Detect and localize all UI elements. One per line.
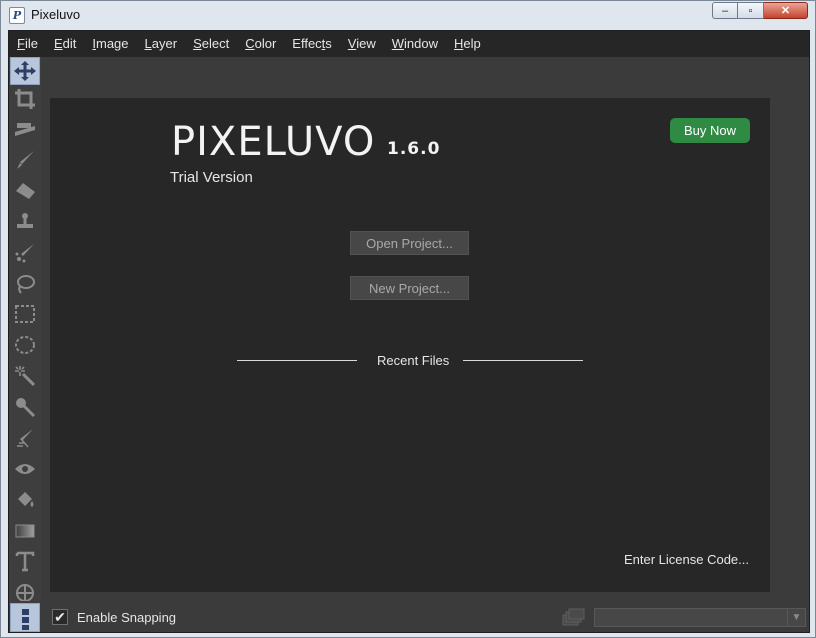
new-project-button[interactable]: New Project... — [350, 276, 469, 300]
app-window: P Pixeluvo – ▫ ✕ File Edit Image Layer S… — [0, 0, 816, 638]
zoom-dropdown[interactable]: ▼ — [594, 608, 806, 627]
app-client-area: File Edit Image Layer Select Color Effec… — [8, 30, 810, 633]
fill-bucket-tool-icon[interactable] — [10, 486, 40, 514]
menu-select[interactable]: Select — [185, 31, 237, 57]
status-bar: ✔ Enable Snapping ▼ — [9, 603, 809, 632]
menu-layer[interactable]: Layer — [137, 31, 186, 57]
layers-panel-toggle-icon[interactable] — [10, 603, 40, 632]
clone-stamp-tool-icon[interactable] — [10, 208, 40, 236]
menu-bar: File Edit Image Layer Select Color Effec… — [9, 31, 809, 57]
menu-image[interactable]: Image — [84, 31, 136, 57]
menu-color[interactable]: Color — [237, 31, 284, 57]
minimize-button[interactable]: – — [712, 2, 738, 19]
menu-help[interactable]: Help — [446, 31, 489, 57]
lasso-tool-icon[interactable] — [10, 270, 40, 298]
open-project-button[interactable]: Open Project... — [350, 231, 469, 255]
welcome-panel: PIXELUVO 1.6.0 Trial Version Buy Now Ope… — [50, 98, 770, 592]
ellipse-select-tool-icon[interactable] — [10, 331, 40, 359]
maximize-button[interactable]: ▫ — [738, 2, 764, 19]
menu-effects[interactable]: Effects — [284, 31, 340, 57]
recent-files-divider-left — [237, 360, 357, 361]
brush-tool-icon[interactable] — [10, 146, 40, 174]
enable-snapping-checkbox[interactable]: ✔ — [52, 609, 68, 625]
close-button[interactable]: ✕ — [764, 2, 808, 19]
enable-snapping-label: Enable Snapping — [77, 610, 177, 625]
healing-tool-icon[interactable] — [10, 239, 40, 267]
workspace: PIXELUVO 1.6.0 Trial Version Buy Now Ope… — [41, 57, 809, 603]
red-eye-tool-icon[interactable] — [10, 455, 40, 483]
menu-file[interactable]: File — [9, 31, 46, 57]
window-title: Pixeluvo — [31, 7, 81, 22]
enter-license-link[interactable]: Enter License Code... — [624, 552, 749, 567]
app-icon: P — [9, 7, 25, 24]
smudge-tool-icon[interactable] — [10, 424, 40, 452]
eraser-tool-icon[interactable] — [10, 177, 40, 205]
window-controls: – ▫ ✕ — [712, 2, 808, 20]
tool-palette — [9, 57, 41, 603]
recent-files-divider-right — [463, 360, 583, 361]
menu-view[interactable]: View — [340, 31, 384, 57]
move-tool-icon[interactable] — [10, 57, 40, 85]
color-picker-tool-icon[interactable] — [10, 393, 40, 421]
recent-files-heading: Recent Files — [377, 353, 450, 368]
app-logo: PIXELUVO — [171, 119, 376, 165]
straighten-tool-icon[interactable] — [10, 115, 40, 143]
text-tool-icon[interactable] — [10, 547, 40, 575]
edition-label: Trial Version — [170, 169, 253, 186]
chevron-down-icon[interactable]: ▼ — [787, 609, 805, 626]
shape-tool-icon[interactable] — [10, 577, 40, 603]
menu-edit[interactable]: Edit — [46, 31, 84, 57]
menu-window[interactable]: Window — [384, 31, 446, 57]
magic-wand-tool-icon[interactable] — [10, 362, 40, 390]
version-label: 1.6.0 — [387, 139, 441, 159]
layers-stack-icon[interactable] — [562, 608, 586, 626]
title-bar[interactable]: P Pixeluvo – ▫ ✕ — [1, 1, 815, 29]
crop-tool-icon[interactable] — [10, 85, 40, 113]
buy-now-button[interactable]: Buy Now — [670, 118, 750, 143]
rect-select-tool-icon[interactable] — [10, 300, 40, 328]
gradient-tool-icon[interactable] — [10, 517, 40, 545]
